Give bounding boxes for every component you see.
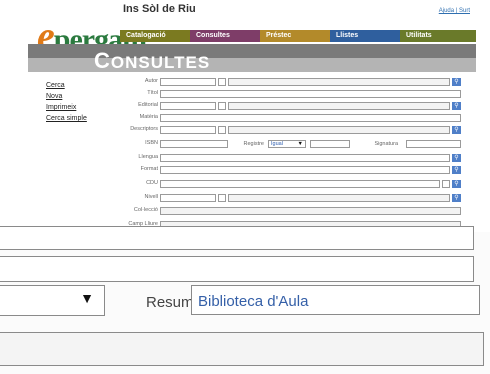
resum-label: Resum [146,294,194,311]
publisher-list-field[interactable] [228,102,450,110]
descriptors-list-field[interactable] [228,126,450,134]
cdu-input[interactable] [160,180,440,188]
menu-loans[interactable]: Préstec [260,30,330,48]
search-icon[interactable] [218,78,226,86]
resum-input[interactable]: Biblioteca d'Aula [191,285,480,315]
author-list-field[interactable] [228,78,450,86]
menu-queries[interactable]: Consultes [190,30,260,42]
sidebar-item-cerca-simple[interactable]: Cerca simple [46,115,87,122]
registre-label: Registre [243,141,264,147]
sidebar: Cerca Nova Imprimeix Cerca simple [28,72,102,232]
signatura-input[interactable] [406,140,461,148]
zoomed-select[interactable]: ▼ [0,285,105,316]
author-input[interactable] [160,78,216,86]
registre-input[interactable] [310,140,350,148]
binoculars-icon[interactable]: ⚲ [452,78,461,86]
menu-utilities[interactable]: Utilitats [400,30,476,48]
binoculars-icon[interactable]: ⚲ [452,166,461,174]
descriptors-label: Descriptors [130,126,158,132]
format-field[interactable] [160,166,450,174]
subject-label: Matèria [139,114,158,120]
signatura-label: Signatura [374,141,398,147]
collection-input[interactable] [160,207,461,215]
sidebar-item-cerca[interactable]: Cerca [46,82,65,89]
publisher-label: Editorial [138,102,158,108]
title-input[interactable] [160,90,461,98]
binoculars-icon[interactable]: ⚲ [452,194,461,202]
isbn-label: ISBN [145,140,158,146]
cdu-label: CDU [146,180,158,186]
zoomed-field-bottom[interactable] [0,332,484,366]
isbn-input[interactable] [160,140,228,148]
binoculars-icon[interactable]: ⚲ [452,180,461,188]
zoomed-field-middle[interactable] [0,256,474,282]
language-field[interactable] [160,154,450,162]
search-icon[interactable] [442,180,450,188]
subject-input[interactable] [160,114,461,122]
level-label: Nivell [144,194,158,200]
publisher-input[interactable] [160,102,216,110]
school-name: Ins Sòl de Riu [123,3,196,15]
main-menu: Catalogació Consultes Préstec Llistes Ut… [120,30,476,48]
level-list-field[interactable] [228,194,450,202]
collection-label: Col·lecció [133,207,158,213]
menu-cataloging[interactable]: Catalogació [120,30,190,42]
top-links[interactable]: Ajuda | Surt [439,8,470,14]
search-icon[interactable] [218,102,226,110]
descriptors-input[interactable] [160,126,216,134]
menu-lists[interactable]: Llistes [330,30,400,48]
registre-select[interactable]: Igual ▼ [268,140,306,148]
author-label: Autor [144,78,158,84]
binoculars-icon[interactable]: ⚲ [452,126,461,134]
zoomed-field-top[interactable] [0,226,474,250]
language-label: Llengua [138,154,158,160]
level-input[interactable] [160,194,216,202]
search-icon[interactable] [218,194,226,202]
format-label: Format [140,166,158,172]
binoculars-icon[interactable]: ⚲ [452,154,461,162]
sidebar-item-nova[interactable]: Nova [46,93,62,100]
title-label: Títol [147,90,158,96]
search-icon[interactable] [218,126,226,134]
page-title: CONSULTES [94,48,211,73]
dropdown-arrow-icon: ▼ [80,290,94,306]
catalog-window: epergam Ins Sòl de Riu Ajuda | Surt Cata… [28,0,476,232]
zoomed-detail: ▼ Resum Biblioteca d'Aula [0,226,490,374]
binoculars-icon[interactable]: ⚲ [452,102,461,110]
sidebar-item-imprimeix[interactable]: Imprimeix [46,104,76,111]
